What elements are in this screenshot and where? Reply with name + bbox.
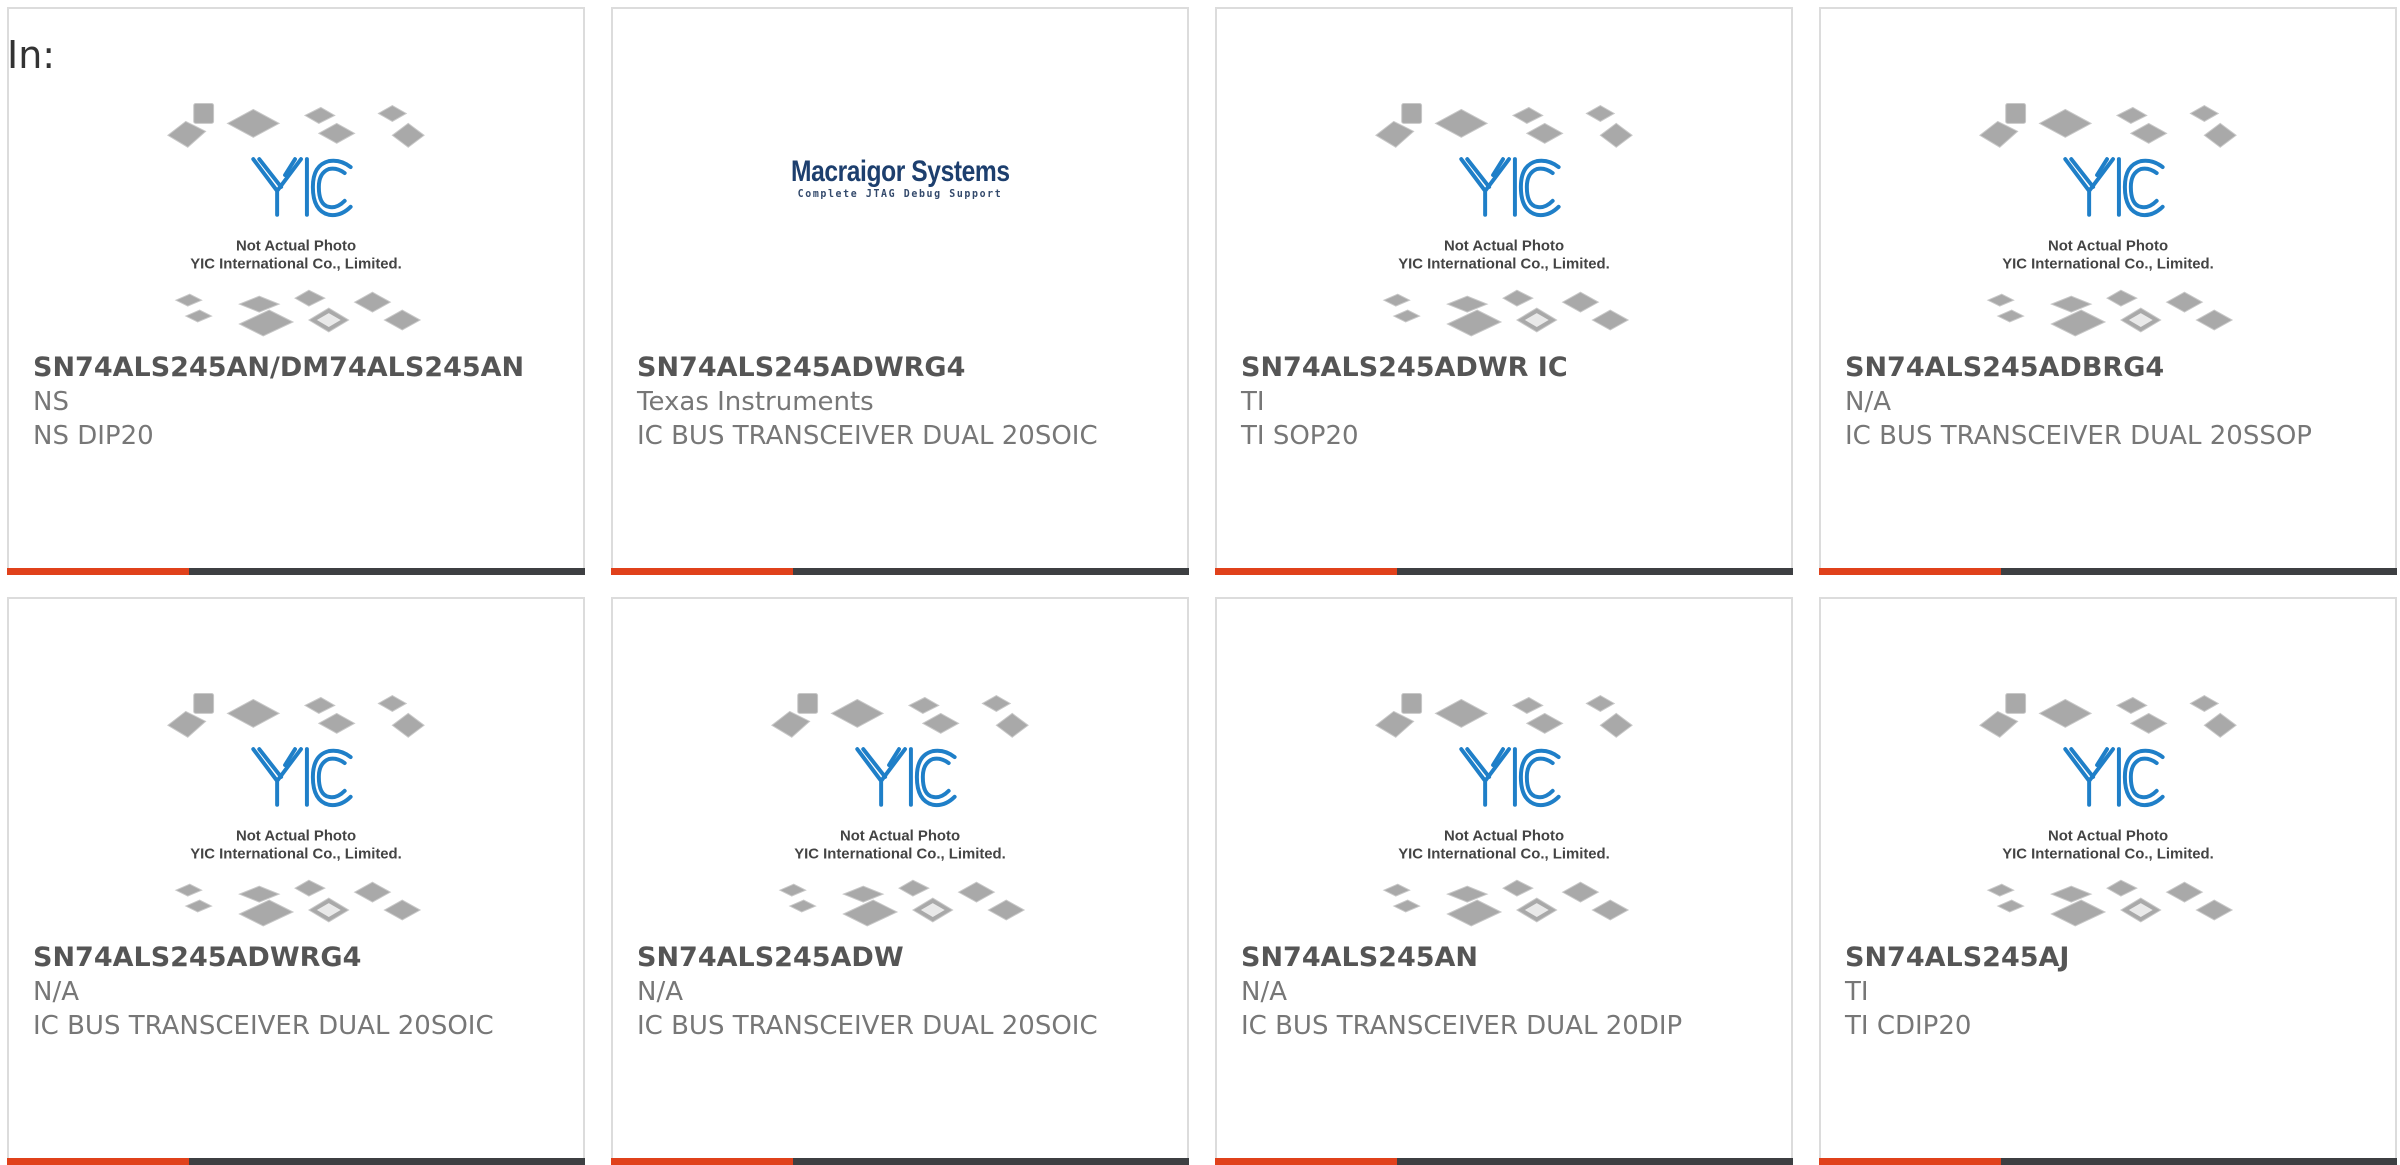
page-label: In: bbox=[7, 33, 56, 77]
card-footer-bar bbox=[7, 568, 585, 575]
svg-text:YIC International Co., Limited: YIC International Co., Limited. bbox=[794, 846, 1006, 862]
svg-text:YIC International Co., Limited: YIC International Co., Limited. bbox=[190, 256, 402, 272]
manufacturer-label: N/A bbox=[1241, 977, 1287, 1007]
card-footer-bar bbox=[1819, 1158, 2397, 1165]
svg-text:Not Actual Photo: Not Actual Photo bbox=[236, 239, 356, 255]
yic-logo-icon bbox=[2063, 157, 2165, 218]
product-card[interactable]: Macraigor Systems Complete JTAG Debug Su… bbox=[611, 7, 1189, 575]
svg-text:Not Actual Photo: Not Actual Photo bbox=[2048, 239, 2168, 255]
product-photo: Macraigor Systems Complete JTAG Debug Su… bbox=[613, 9, 1187, 349]
svg-text:Not Actual Photo: Not Actual Photo bbox=[840, 829, 960, 845]
card-footer-accent bbox=[1215, 568, 1397, 575]
svg-text:YIC International Co., Limited: YIC International Co., Limited. bbox=[190, 846, 402, 862]
product-card[interactable]: Not Actual Photo YIC International Co., … bbox=[1819, 597, 2397, 1165]
card-footer-bar bbox=[7, 1158, 585, 1165]
part-number-link[interactable]: SN74ALS245AJ bbox=[1845, 941, 2069, 975]
part-number-link[interactable]: SN74ALS245ADW bbox=[637, 941, 904, 975]
manufacturer-label: N/A bbox=[1845, 387, 1891, 417]
svg-text:YIC International Co., Limited: YIC International Co., Limited. bbox=[1398, 256, 1610, 272]
description-label: TI SOP20 bbox=[1241, 421, 1359, 451]
yic-logo-icon bbox=[1459, 747, 1561, 808]
svg-text:Not Actual Photo: Not Actual Photo bbox=[1444, 239, 1564, 255]
part-number-link[interactable]: SN74ALS245ADWRG4 bbox=[637, 351, 965, 385]
svg-text:YIC International Co., Limited: YIC International Co., Limited. bbox=[1398, 846, 1610, 862]
card-footer-accent bbox=[611, 568, 793, 575]
product-card[interactable]: Not Actual Photo YIC International Co., … bbox=[7, 597, 585, 1165]
card-footer-accent bbox=[7, 1158, 189, 1165]
svg-text:Not Actual Photo: Not Actual Photo bbox=[2048, 829, 2168, 845]
description-label: IC BUS TRANSCEIVER DUAL 20SSOP bbox=[1845, 421, 2312, 451]
card-footer-bar bbox=[611, 1158, 1189, 1165]
description-label: NS DIP20 bbox=[33, 421, 154, 451]
card-footer-bar bbox=[1215, 568, 1793, 575]
product-photo: Not Actual Photo YIC International Co., … bbox=[1375, 103, 1633, 337]
card-footer-bar bbox=[1215, 1158, 1793, 1165]
product-card[interactable]: Not Actual Photo YIC International Co., … bbox=[7, 7, 585, 575]
description-label: TI CDIP20 bbox=[1845, 1011, 1972, 1041]
manufacturer-label: TI bbox=[1845, 977, 1869, 1007]
yic-logo-icon bbox=[1459, 157, 1561, 218]
card-footer-accent bbox=[611, 1158, 793, 1165]
svg-text:Not Actual Photo: Not Actual Photo bbox=[236, 829, 356, 845]
product-photo: Not Actual Photo YIC International Co., … bbox=[771, 693, 1029, 927]
description-label: IC BUS TRANSCEIVER DUAL 20DIP bbox=[1241, 1011, 1683, 1041]
product-card[interactable]: Not Actual Photo YIC International Co., … bbox=[1215, 597, 1793, 1165]
product-photo: Not Actual Photo YIC International Co., … bbox=[1979, 103, 2237, 337]
manufacturer-label: Texas Instruments bbox=[637, 387, 874, 417]
product-card[interactable]: Not Actual Photo YIC International Co., … bbox=[1215, 7, 1793, 575]
part-number-link[interactable]: SN74ALS245ADBRG4 bbox=[1845, 351, 2164, 385]
card-footer-accent bbox=[1819, 1158, 2001, 1165]
yic-logo-icon bbox=[251, 747, 353, 808]
part-number-link[interactable]: SN74ALS245ADWR IC bbox=[1241, 351, 1568, 385]
macraigor-logo: Macraigor Systems Complete JTAG Debug Su… bbox=[790, 155, 1010, 200]
yic-logo-icon bbox=[251, 157, 353, 218]
product-photo: Not Actual Photo YIC International Co., … bbox=[167, 103, 425, 337]
card-footer-accent bbox=[1819, 568, 2001, 575]
product-photo: Not Actual Photo YIC International Co., … bbox=[1375, 693, 1633, 927]
part-number-link[interactable]: SN74ALS245ADWRG4 bbox=[33, 941, 361, 975]
card-footer-bar bbox=[1819, 568, 2397, 575]
manufacturer-label: NS bbox=[33, 387, 69, 417]
part-number-link[interactable]: SN74ALS245AN/DM74ALS245AN bbox=[33, 351, 524, 385]
product-card[interactable]: Not Actual Photo YIC International Co., … bbox=[611, 597, 1189, 1165]
card-footer-accent bbox=[7, 568, 189, 575]
product-photo: Not Actual Photo YIC International Co., … bbox=[167, 693, 425, 927]
manufacturer-label: TI bbox=[1241, 387, 1265, 417]
manufacturer-label: N/A bbox=[637, 977, 683, 1007]
manufacturer-label: N/A bbox=[33, 977, 79, 1007]
description-label: IC BUS TRANSCEIVER DUAL 20SOIC bbox=[33, 1011, 494, 1041]
description-label: IC BUS TRANSCEIVER DUAL 20SOIC bbox=[637, 421, 1098, 451]
svg-text:YIC International Co., Limited: YIC International Co., Limited. bbox=[2002, 256, 2214, 272]
description-label: IC BUS TRANSCEIVER DUAL 20SOIC bbox=[637, 1011, 1098, 1041]
part-number-link[interactable]: SN74ALS245AN bbox=[1241, 941, 1478, 975]
product-card[interactable]: Not Actual Photo YIC International Co., … bbox=[1819, 7, 2397, 575]
card-footer-accent bbox=[1215, 1158, 1397, 1165]
product-photo: Not Actual Photo YIC International Co., … bbox=[1979, 693, 2237, 927]
yic-logo-icon bbox=[855, 747, 957, 808]
svg-text:Not Actual Photo: Not Actual Photo bbox=[1444, 829, 1564, 845]
yic-logo-icon bbox=[2063, 747, 2165, 808]
svg-text:YIC International Co., Limited: YIC International Co., Limited. bbox=[2002, 846, 2214, 862]
card-footer-bar bbox=[611, 568, 1189, 575]
